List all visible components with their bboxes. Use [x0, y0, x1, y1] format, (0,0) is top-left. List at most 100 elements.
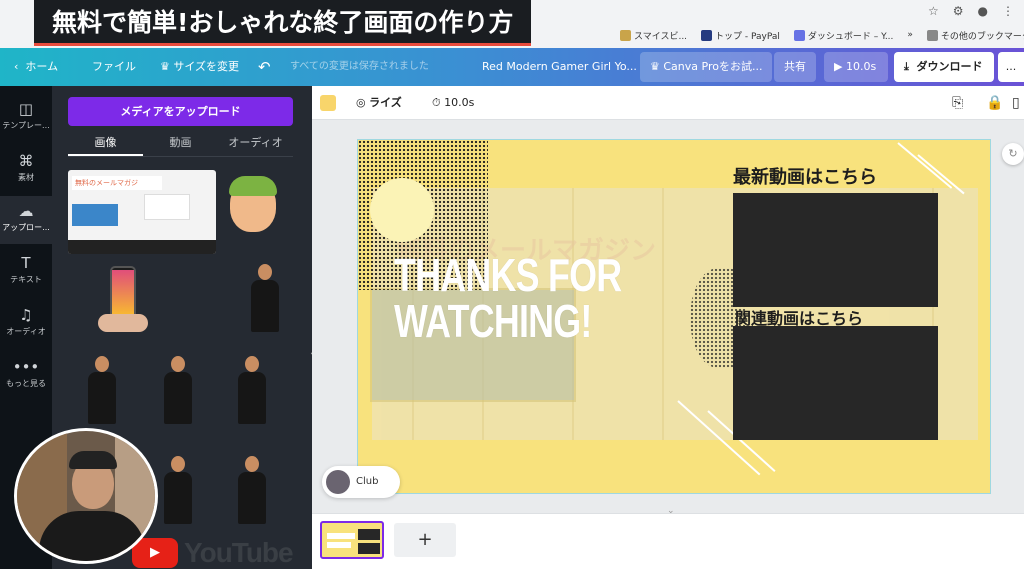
design-title[interactable]: Red Modern Gamer Girl Yo... [482, 48, 637, 86]
page-bar: + [312, 513, 1024, 569]
animate-label: ライズ [369, 96, 402, 109]
webcam-overlay [14, 428, 158, 564]
related-video-placeholder[interactable] [733, 326, 938, 440]
upload-thumbnail-phone[interactable] [92, 262, 152, 334]
home-link[interactable]: ‹ ホーム [14, 48, 58, 86]
bookmark-item[interactable]: スマイスビ... [620, 29, 687, 42]
bookmark-item[interactable]: トップ - PayPal [701, 29, 780, 42]
bookmarks-overflow[interactable]: » [907, 30, 913, 40]
upload-thumbnail-person[interactable] [234, 454, 270, 524]
tab-images[interactable]: 画像 [68, 131, 143, 156]
thumb-video-controls [68, 240, 216, 254]
color-swatch[interactable] [320, 95, 336, 111]
rail-item-more[interactable]: ••• もっと見る [0, 352, 52, 400]
rail-label: 素材 [18, 173, 34, 182]
resize-menu[interactable]: ♛ サイズを変更 [160, 48, 239, 86]
bookmark-label: スマイスビ... [634, 31, 688, 42]
animate-button[interactable]: ◎ ライズ [356, 86, 402, 120]
crown-icon: ♛ [160, 60, 170, 73]
share-button[interactable]: 共有 [774, 52, 816, 82]
save-status: すべての変更は保存されました [290, 61, 429, 72]
upload-media-button[interactable]: メディアをアップロード [68, 97, 293, 126]
youtube-logo: ▶ YouTube [132, 537, 294, 568]
rail-label: テンプレー... [2, 121, 50, 130]
person-body [251, 280, 279, 332]
profile-icon[interactable]: ● [978, 4, 988, 18]
more-icon: ••• [12, 358, 40, 376]
thumb-box [72, 204, 118, 226]
thumb-box [144, 194, 190, 220]
person-head [171, 456, 185, 472]
thanks-text[interactable]: THANKS FOR WATCHING! [394, 252, 628, 344]
person-head [95, 356, 109, 372]
duration-label: 10.0s [444, 96, 475, 109]
person-head [245, 356, 259, 372]
media-tabs: 画像 動画 オーディオ [68, 131, 293, 157]
star-icon[interactable]: ☆ [928, 4, 939, 18]
person-body [164, 472, 192, 524]
rail-item-template[interactable]: ◫ テンプレー... [0, 94, 52, 142]
download-icon: ⤓ [904, 60, 909, 73]
rail-item-text[interactable]: T テキスト [0, 248, 52, 296]
duration-button[interactable]: ⏱ 10.0s [432, 86, 474, 120]
folder-icon [926, 29, 938, 41]
paint-roller-icon[interactable]: ⎘ [952, 86, 963, 120]
upload-thumbnail-person[interactable] [160, 354, 196, 424]
bookmark-item[interactable]: ダッシュボード – Y... [793, 29, 893, 42]
chevron-left-icon: ‹ [14, 60, 19, 73]
tab-audio[interactable]: オーディオ [218, 131, 293, 156]
download-button[interactable]: ⤓ ダウンロード [894, 52, 994, 82]
tab-videos[interactable]: 動画 [143, 131, 218, 156]
rail-label: テキスト [10, 275, 42, 284]
thanks-line: THANKS FOR [394, 249, 622, 301]
upload-thumbnail-screenshot[interactable]: 無料のメールマガジ [68, 170, 216, 254]
play-button[interactable]: ▶ 10.0s [824, 52, 888, 82]
rail-item-elements[interactable]: ⌘ 素材 [0, 146, 52, 194]
upload-thumbnail-person[interactable] [84, 354, 120, 424]
youtube-wordmark: YouTube [184, 537, 294, 568]
more-options-button[interactable]: ... [998, 52, 1024, 82]
bookmark-item[interactable]: その他のブックマーク [926, 29, 1024, 42]
rail-label: オーディオ [6, 327, 46, 336]
phone-screen [112, 270, 134, 314]
canva-pro-button[interactable]: ♛ Canva Proをお試... [640, 52, 773, 82]
resize-label: サイズを変更 [173, 60, 240, 73]
page-thumbnail[interactable] [320, 521, 384, 559]
person-body [88, 372, 116, 424]
paypal-icon [701, 29, 713, 41]
thumb-text: 無料のメールマガジ [72, 176, 162, 190]
text-icon: T [21, 254, 31, 272]
bookmarks-list: スマイスビ... トップ - PayPal ダッシュボード – Y... » そ… [620, 26, 1024, 44]
latest-video-placeholder[interactable] [733, 193, 938, 307]
club-badge[interactable]: Club [322, 466, 400, 498]
heading-latest[interactable]: 最新動画はこちら [733, 163, 877, 189]
bookmark-label: トップ - PayPal [715, 31, 780, 42]
home-label: ホーム [25, 60, 59, 73]
lock-icon[interactable]: 🔒 [986, 86, 1003, 120]
file-menu[interactable]: ファイル [92, 48, 136, 86]
rail-label: もっと見る [6, 379, 46, 388]
upload-thumbnail-person[interactable] [160, 454, 196, 524]
stripe-icon [793, 29, 805, 41]
bookmark-label: その他のブックマーク [940, 31, 1024, 42]
undo-icon[interactable]: ↶ [258, 48, 271, 86]
thumb-video-box [358, 543, 380, 554]
add-page-button[interactable]: + [394, 523, 456, 557]
upload-thumbnail-person[interactable] [234, 354, 270, 424]
rail-item-uploads[interactable]: ☁ アップロー... [0, 196, 52, 244]
menu-icon[interactable]: ⋮ [1002, 4, 1014, 18]
rail-item-audio[interactable]: ♫ オーディオ [0, 300, 52, 348]
extension-icon[interactable]: ⚙ [953, 4, 964, 18]
canva-pro-label: Canva Proをお試... [663, 60, 763, 73]
person-body [238, 472, 266, 524]
decor-line [897, 142, 953, 189]
trash-icon[interactable]: ▯ [1012, 86, 1020, 120]
thumb-text-block [327, 542, 351, 548]
presenter-torso [39, 511, 145, 561]
refresh-icon[interactable]: ↻ [1002, 143, 1024, 165]
context-toolbar: ◎ ライズ ⏱ 10.0s ⎘ 🔒 ▯ [312, 86, 1024, 120]
design-canvas[interactable]: 無料のメールマガジン THANKS FOR WATCHING! 最新動画はこちら… [357, 139, 991, 494]
upload-thumbnail-person[interactable] [247, 262, 283, 332]
upload-icon: ☁ [18, 202, 34, 220]
upload-thumbnail-memoji[interactable] [224, 174, 282, 244]
